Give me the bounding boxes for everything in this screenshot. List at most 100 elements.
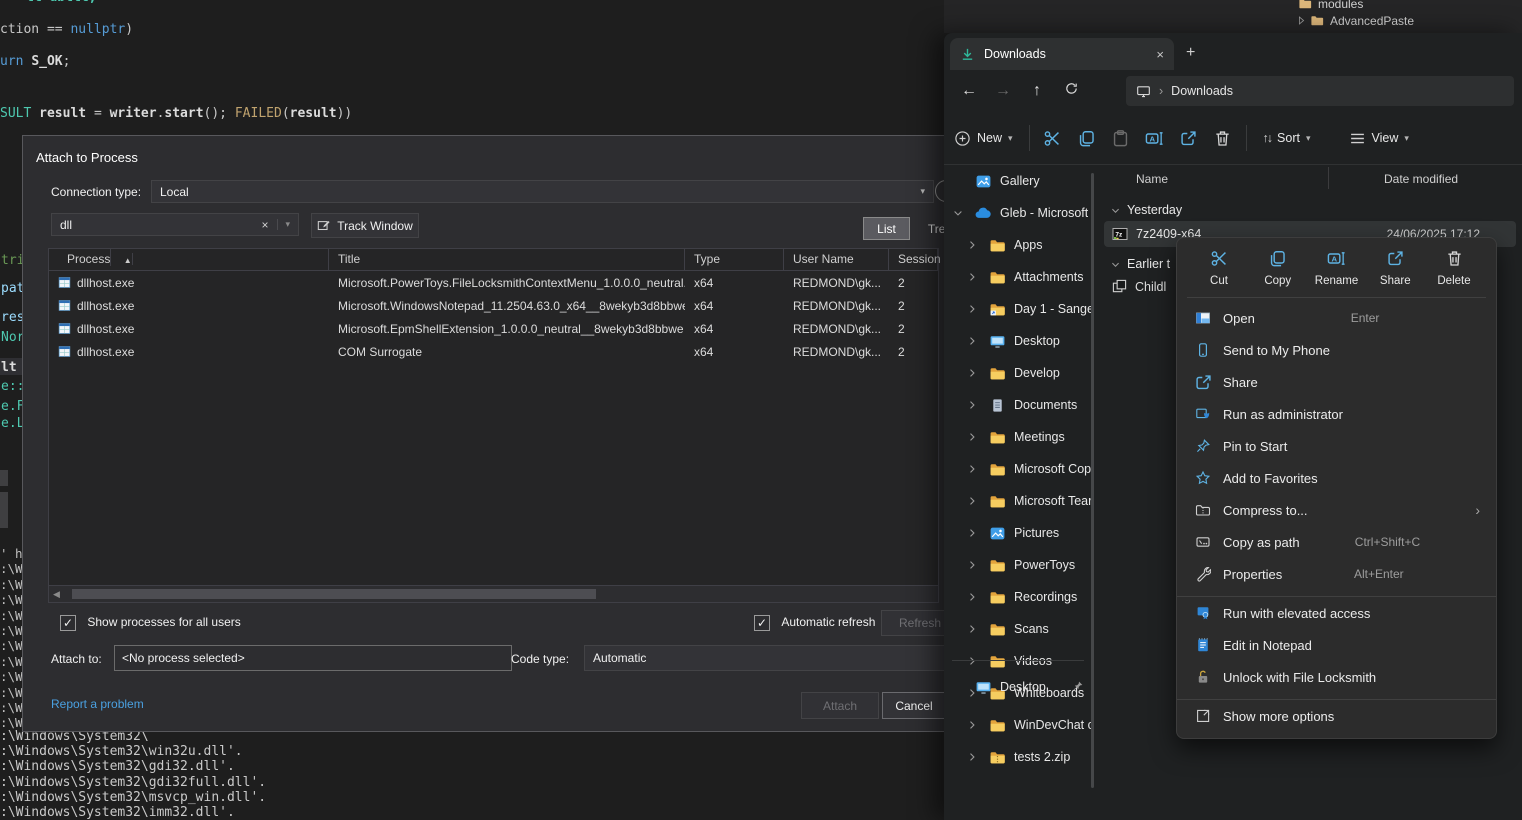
chevron-right-icon[interactable] bbox=[966, 527, 980, 539]
file-list-header[interactable]: Name Date modified bbox=[1100, 167, 1522, 193]
clear-filter-icon[interactable]: × bbox=[261, 218, 268, 232]
code-type-select[interactable]: Automatic bbox=[584, 645, 972, 671]
auto-refresh-checkbox[interactable]: ✓ Automatic refresh bbox=[754, 615, 875, 631]
chevron-right-icon[interactable] bbox=[966, 399, 980, 411]
context-menu-item[interactable]: Properties Alt+Enter › bbox=[1177, 558, 1496, 590]
context-menu-command[interactable]: Cut bbox=[1193, 249, 1245, 287]
chevron-right-icon[interactable] bbox=[966, 623, 980, 635]
context-menu-command[interactable]: Share bbox=[1369, 249, 1421, 287]
sidebar-item[interactable]: PowerToys bbox=[944, 549, 1092, 581]
cut-button[interactable] bbox=[1036, 129, 1070, 148]
process-filter-input[interactable]: dll × ▾ bbox=[51, 213, 299, 236]
column-separator[interactable] bbox=[1328, 167, 1329, 189]
chevron-right-icon[interactable] bbox=[966, 335, 980, 347]
chevron-right-icon[interactable] bbox=[966, 271, 980, 283]
rename-button[interactable]: A bbox=[1138, 129, 1172, 148]
new-button[interactable]: New ▾ bbox=[944, 130, 1023, 147]
sidebar-item[interactable]: Documents bbox=[944, 389, 1092, 421]
paste-button[interactable] bbox=[1104, 129, 1138, 148]
scroll-left-icon[interactable]: ◀ bbox=[53, 589, 60, 600]
sidebar-item[interactable]: Apps bbox=[944, 229, 1092, 261]
sidebar-item[interactable]: Meetings bbox=[944, 421, 1092, 453]
cancel-button[interactable]: Cancel bbox=[882, 692, 946, 719]
explorer-tab-downloads[interactable]: Downloads × bbox=[950, 38, 1174, 70]
sidebar-item[interactable]: WinDevChat c bbox=[944, 709, 1092, 741]
context-menu-item[interactable]: Copy as path Ctrl+Shift+C › bbox=[1177, 526, 1496, 558]
process-table-row[interactable]: dllhost.exe Microsoft.EpmShellExtension_… bbox=[49, 317, 938, 340]
report-problem-link[interactable]: Report a problem bbox=[51, 697, 144, 711]
address-bar[interactable]: › Downloads bbox=[1126, 76, 1514, 106]
sidebar-item[interactable]: Day 1 - Sangee bbox=[944, 293, 1092, 325]
process-table-row[interactable]: dllhost.exe Microsoft.PowerToys.FileLock… bbox=[49, 271, 938, 294]
chevron-right-icon[interactable] bbox=[966, 495, 980, 507]
sidebar-item-desktop-pinned[interactable]: Desktop bbox=[944, 671, 1092, 703]
sidebar-item[interactable]: Scans bbox=[944, 613, 1092, 645]
track-window-button[interactable]: Track Window bbox=[311, 213, 419, 238]
share-button[interactable] bbox=[1172, 129, 1206, 148]
context-menu-item[interactable]: Add to Favorites › bbox=[1177, 462, 1496, 494]
chevron-down-icon[interactable] bbox=[952, 207, 966, 219]
sidebar-item[interactable]: Attachments bbox=[944, 261, 1092, 293]
attach-to-field[interactable]: <No process selected> bbox=[114, 645, 512, 671]
context-menu-item[interactable]: Send to My Phone › bbox=[1177, 334, 1496, 366]
chevron-right-icon[interactable] bbox=[966, 303, 980, 315]
chevron-right-icon[interactable] bbox=[966, 591, 980, 603]
chevron-right-icon[interactable] bbox=[966, 367, 980, 379]
delete-button[interactable] bbox=[1206, 129, 1240, 148]
close-tab-icon[interactable]: × bbox=[1156, 47, 1164, 62]
context-menu-item[interactable]: Unlock with File Locksmith › bbox=[1177, 661, 1496, 693]
copy-button[interactable] bbox=[1070, 129, 1104, 148]
chevron-right-icon[interactable] bbox=[966, 655, 980, 667]
context-menu-item[interactable]: Edit in Notepad › bbox=[1177, 629, 1496, 661]
context-menu-item[interactable]: Run as administrator › bbox=[1177, 398, 1496, 430]
up-icon[interactable]: ↑ bbox=[1020, 82, 1054, 100]
context-menu-command[interactable]: A Rename bbox=[1311, 249, 1363, 287]
sidebar-item[interactable]: Gleb - Microsoft bbox=[944, 197, 1092, 229]
chevron-right-icon[interactable] bbox=[966, 431, 980, 443]
process-table-header[interactable]: Process ▲TitleTypeUser NameSession bbox=[49, 249, 938, 271]
date-modified-column-header[interactable]: Date modified bbox=[1384, 172, 1458, 186]
breadcrumb[interactable]: Downloads bbox=[1171, 84, 1233, 98]
context-menu-item[interactable]: Pin to Start › bbox=[1177, 430, 1496, 462]
process-table-row[interactable]: dllhost.exe Microsoft.WindowsNotepad_11.… bbox=[49, 294, 938, 317]
chevron-right-icon[interactable] bbox=[966, 239, 980, 251]
group-earlier[interactable]: Earlier t bbox=[1110, 257, 1170, 271]
name-column-header[interactable]: Name bbox=[1136, 172, 1168, 186]
context-menu-item[interactable]: Compress to... › bbox=[1177, 494, 1496, 526]
new-tab-button[interactable]: + bbox=[1186, 44, 1195, 62]
checkbox-checked-icon[interactable]: ✓ bbox=[754, 615, 770, 631]
list-view-button[interactable]: List bbox=[863, 217, 910, 240]
sidebar-item[interactable]: tests 2.zip bbox=[944, 741, 1092, 773]
context-menu-command[interactable]: Delete bbox=[1428, 249, 1480, 287]
show-all-users-checkbox[interactable]: ✓ Show processes for all users bbox=[60, 615, 241, 631]
attach-button[interactable]: Attach bbox=[801, 692, 879, 719]
sidebar-item[interactable]: Gallery bbox=[944, 165, 1092, 197]
sort-button[interactable]: ↑↓ Sort ▾ bbox=[1253, 131, 1321, 145]
solution-tree-item[interactable]: modules bbox=[944, 0, 1522, 12]
filter-dropdown-icon[interactable]: ▾ bbox=[277, 219, 290, 230]
sidebar-scrollbar[interactable] bbox=[1091, 173, 1094, 788]
context-menu-item[interactable]: Share › bbox=[1177, 366, 1496, 398]
horizontal-scrollbar[interactable]: ◀ bbox=[48, 585, 939, 603]
blank-icon[interactable] bbox=[952, 175, 966, 187]
sidebar-item[interactable]: Develop bbox=[944, 357, 1092, 389]
forward-icon[interactable]: → bbox=[986, 82, 1020, 100]
view-button[interactable]: View ▾ bbox=[1339, 130, 1419, 147]
sidebar-item[interactable]: Microsoft Cop bbox=[944, 453, 1092, 485]
refresh-icon[interactable] bbox=[1054, 81, 1088, 101]
sidebar-item[interactable]: Microsoft Tear bbox=[944, 485, 1092, 517]
scrollbar-thumb[interactable] bbox=[72, 589, 596, 599]
chevron-right-icon[interactable] bbox=[966, 719, 980, 731]
chevron-right-icon[interactable] bbox=[966, 559, 980, 571]
chevron-right-icon[interactable] bbox=[966, 751, 980, 763]
context-menu-item[interactable]: Run with elevated access › bbox=[1177, 596, 1496, 629]
sidebar-item[interactable]: Recordings bbox=[944, 581, 1092, 613]
connection-type-select[interactable]: Local ▾ bbox=[151, 180, 934, 203]
context-menu-item[interactable]: Open Enter › bbox=[1177, 302, 1496, 334]
sidebar-item[interactable]: Pictures bbox=[944, 517, 1092, 549]
chevron-right-icon[interactable] bbox=[966, 463, 980, 475]
file-row[interactable]: Childl bbox=[1112, 279, 1166, 294]
back-icon[interactable]: ← bbox=[952, 82, 986, 100]
group-yesterday[interactable]: Yesterday bbox=[1110, 203, 1182, 217]
solution-tree-item[interactable]: AdvancedPaste bbox=[944, 12, 1522, 29]
